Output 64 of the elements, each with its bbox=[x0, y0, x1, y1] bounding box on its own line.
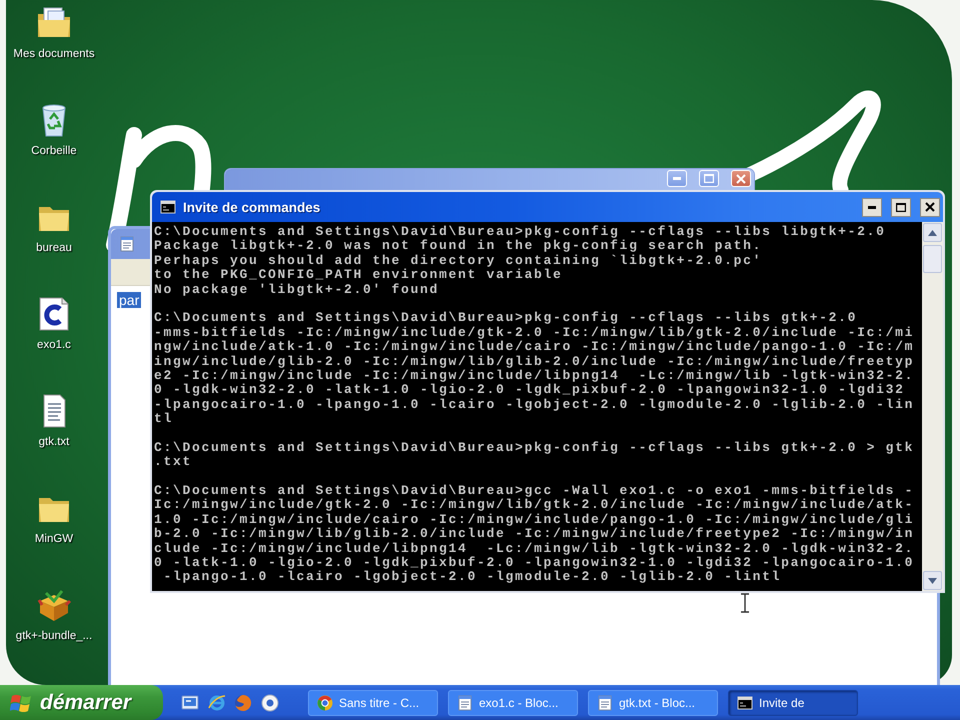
console-line: 0 -lgdk-win32-2.0 -latk-1.0 -lgio-2.0 -lgdk_pixbuf-2.0 -lpangowin32-1.0 -lgdi32 bbox=[154, 383, 905, 398]
console-line: C:\Documents and Settings\David\Bureau>pkg-config --cflags --libs libgtk+-2.0 bbox=[154, 225, 886, 239]
maximize-button[interactable] bbox=[891, 198, 911, 216]
desktop-icon-label[interactable]: gtk.txt bbox=[38, 435, 70, 449]
show-desktop-icon[interactable] bbox=[181, 694, 199, 712]
console-line: tl bbox=[154, 412, 174, 426]
scrollbar-track[interactable] bbox=[922, 222, 943, 591]
minimize-icon bbox=[868, 206, 876, 208]
minimize-button[interactable] bbox=[862, 198, 882, 216]
taskbar-button[interactable]: Sans titre - C... bbox=[308, 690, 438, 716]
console-line: ngw/include/atk-1.0 -Ic:/mingw/include/cairo -Ic:/mingw/include/pango-1.0 -Ic:/m bbox=[154, 340, 914, 355]
console-line: C:\Documents and Settings\David\Bureau>gcc -Wall exo1.c -o exo1 -mms-bitfields - bbox=[154, 484, 914, 498]
close-button[interactable] bbox=[920, 198, 940, 216]
console-icon bbox=[737, 694, 753, 710]
selected-text: par bbox=[117, 292, 142, 308]
caret-down-icon bbox=[928, 578, 937, 584]
taskbar-button[interactable]: Invite de bbox=[728, 690, 858, 716]
browser-icon[interactable] bbox=[234, 694, 252, 712]
console-line: 0 -latk-1.0 -lgio-2.0 -lgdk_pixbuf-2.0 -lpangowin32-1.0 -lgdi32 -lpangocairo-1.0 bbox=[154, 556, 914, 570]
desktop-icon-label[interactable]: Mes documents bbox=[13, 47, 95, 61]
disc-icon[interactable] bbox=[260, 694, 278, 712]
console-line: e2 -Ic:/mingw/include -Ic:/mingw/include/libpng14 -Lc:/mingw/lib -lgtk-win32-2. bbox=[154, 368, 914, 383]
console-line: b-2.0 -Ic:/mingw/lib/glib-2.0/include -Ic:/mingw/include/freetype2 -Ic:/mingw/in bbox=[154, 527, 914, 542]
scroll-up-button[interactable] bbox=[923, 223, 942, 242]
console-line: Perhaps you should add the directory containing `libgtk+-2.0.pc' bbox=[154, 254, 762, 268]
flag-icon bbox=[10, 694, 32, 712]
console-line: No package 'libgtk+-2.0' found bbox=[154, 282, 440, 297]
scroll-down-button[interactable] bbox=[923, 571, 942, 590]
caret-up-icon bbox=[928, 230, 937, 236]
taskbar-button[interactable]: exo1.c - Bloc... bbox=[448, 690, 578, 716]
desktop-icon-label[interactable]: exo1.c bbox=[37, 338, 71, 352]
desktop-icon-label[interactable]: gtk+-bundle_... bbox=[16, 629, 92, 643]
console-line: ingw/include/glib-2.0 -Ic:/mingw/lib/glib-2.0/include -Ic:/mingw/include/freetyp bbox=[154, 354, 914, 369]
desktop-icon-label[interactable]: bureau bbox=[36, 241, 72, 255]
text-cursor-icon bbox=[740, 593, 750, 613]
browser-icon[interactable] bbox=[208, 694, 226, 712]
notepad-icon bbox=[119, 236, 135, 252]
console-line: clude -Ic:/mingw/include/libpng14 -Lc:/mingw/lib -lgtk-win32-2.0 -lgdk-win32-2. bbox=[154, 542, 914, 556]
start-button[interactable]: démarrer bbox=[0, 685, 163, 720]
maximize-icon bbox=[704, 174, 714, 183]
console-line: .txt bbox=[154, 455, 192, 470]
package-icon[interactable] bbox=[36, 587, 72, 623]
console-line: to the PKG_CONFIG_PATH environment variable bbox=[154, 268, 563, 283]
console-line: -lpangocairo-1.0 -lpango-1.0 -lcairo -lgobject-2.0 -lgmodule-2.0 -lglib-2.0 -lin bbox=[154, 398, 914, 412]
console-line: -lpango-1.0 -lcairo -lgobject-2.0 -lgmodule-2.0 -lglib-2.0 -lintl bbox=[162, 570, 782, 585]
window-title: Invite de commandes bbox=[183, 200, 322, 214]
notepad-icon bbox=[597, 694, 613, 710]
desktop-icon-label[interactable]: Corbeille bbox=[31, 144, 77, 158]
console-line: Package libgtk+-2.0 was not found in the pkg-config search path. bbox=[154, 239, 762, 254]
console-icon bbox=[160, 199, 176, 215]
taskbar-button[interactable]: gtk.txt - Bloc... bbox=[588, 690, 718, 716]
console-line: C:\Documents and Settings\David\Bureau>pkg-config --cflags --libs gtk+-2.0 > gtk bbox=[154, 440, 914, 456]
minimize-icon bbox=[673, 177, 681, 180]
scroll-thumb[interactable] bbox=[923, 245, 942, 273]
maximize-icon bbox=[896, 202, 906, 212]
notepad-icon bbox=[457, 694, 473, 710]
close-icon bbox=[925, 202, 935, 212]
console-line: Ic:/mingw/include/gtk-2.0 -Ic:/mingw/lib/gtk-2.0/include -Ic:/mingw/include/atk- bbox=[154, 498, 914, 513]
console-line: -mms-bitfields -Ic:/mingw/include/gtk-2.0 -Ic:/mingw/lib/gtk-2.0/include -Ic:/mi bbox=[154, 326, 914, 340]
close-icon bbox=[736, 174, 746, 184]
console-line: 1.0 -Ic:/mingw/include/cairo -Ic:/mingw/include/pango-1.0 -Ic:/mingw/include/gli bbox=[154, 512, 914, 527]
console-line: C:\Documents and Settings\David\Bureau>pkg-config --cflags --libs gtk+-2.0 bbox=[154, 311, 858, 326]
browser-icon bbox=[317, 694, 333, 710]
desktop-icon-label[interactable]: MinGW bbox=[34, 532, 74, 546]
